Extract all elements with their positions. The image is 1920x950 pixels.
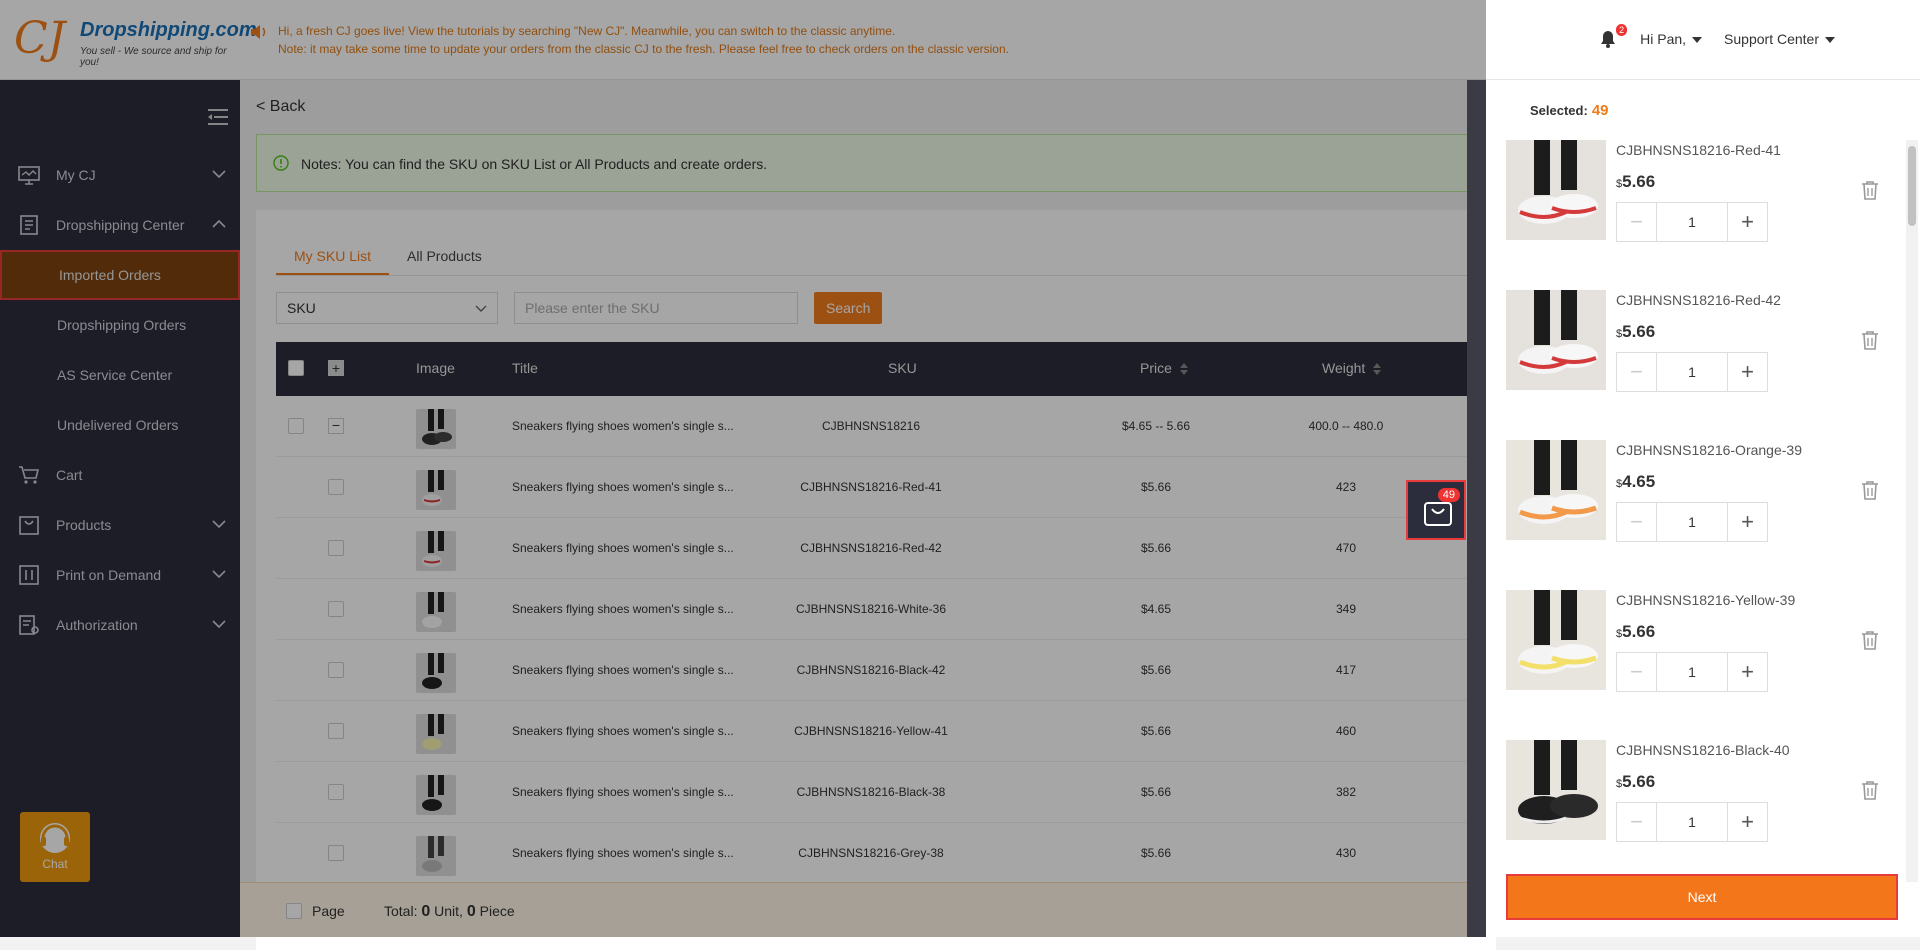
drawer-edge [1467,80,1486,937]
support-center-menu[interactable]: Support Center [1724,31,1835,47]
increase-button[interactable]: + [1727,803,1767,841]
decrease-button[interactable]: − [1617,653,1657,691]
quantity-value[interactable]: 1 [1657,353,1727,391]
caret-down-icon [1692,37,1703,44]
cart-toggle-button[interactable]: 49 [1406,480,1466,540]
product-image [1506,290,1606,390]
quantity-stepper: −1 + [1616,202,1768,242]
caret-down-icon [1825,37,1835,44]
support-label: Support Center [1724,31,1819,47]
trash-icon[interactable] [1861,330,1879,350]
list-item: CJBHNSNS18216-Orange-39 $4.65 −1 + [1506,440,1906,590]
item-sku: CJBHNSNS18216-Black-40 [1616,742,1790,758]
selected-summary: Selected: 49 [1530,102,1609,119]
quantity-value[interactable]: 1 [1657,503,1727,541]
increase-button[interactable]: + [1727,503,1767,541]
selected-count: 49 [1591,102,1609,119]
list-item: CJBHNSNS18216-Red-41 $5.66 −1 + [1506,140,1906,290]
decrease-button[interactable]: − [1617,803,1657,841]
item-sku: CJBHNSNS18216-Red-41 [1616,142,1781,158]
product-image [1506,590,1606,690]
decrease-button[interactable]: − [1617,503,1657,541]
quantity-stepper: −1 + [1616,502,1768,542]
quantity-stepper: −1 + [1616,802,1768,842]
item-price: $5.66 [1616,322,1655,342]
selected-items-list: CJBHNSNS18216-Red-41 $5.66 −1 + CJBHNSNS1… [1506,140,1906,870]
list-item: CJBHNSNS18216-Black-40 $5.66 −1 + [1506,740,1906,870]
product-image [1506,140,1606,240]
decrease-button[interactable]: − [1617,203,1657,241]
item-price: $5.66 [1616,172,1655,192]
quantity-stepper: −1 + [1616,652,1768,692]
user-menu[interactable]: Hi Pan, [1640,31,1703,47]
drawer-scrollbar[interactable] [1906,140,1918,882]
list-item: CJBHNSNS18216-Yellow-39 $5.66 −1 + [1506,590,1906,740]
item-price: $4.65 [1616,472,1655,492]
bell-icon [1601,31,1616,48]
quantity-stepper: −1 + [1616,352,1768,392]
product-image [1506,440,1606,540]
item-price-value: 5.66 [1622,622,1656,641]
scrollbar-thumb[interactable] [1908,146,1916,226]
selected-items-drawer: Selected: 49 CJBHNSNS18216-Red-41 $5.66 −… [1486,80,1920,937]
notification-bell[interactable]: 2 [1600,24,1628,48]
item-sku: CJBHNSNS18216-Red-42 [1616,292,1781,308]
next-button[interactable]: Next [1506,874,1898,920]
trash-icon[interactable] [1861,180,1879,200]
item-price-value: 5.66 [1622,322,1656,341]
item-sku: CJBHNSNS18216-Orange-39 [1616,442,1802,458]
item-price-value: 5.66 [1622,172,1656,191]
item-price-value: 4.65 [1622,472,1656,491]
item-price: $5.66 [1616,622,1655,642]
increase-button[interactable]: + [1727,203,1767,241]
decrease-button[interactable]: − [1617,353,1657,391]
quantity-value[interactable]: 1 [1657,803,1727,841]
item-price: $5.66 [1616,772,1655,792]
item-price-value: 5.66 [1622,772,1656,791]
increase-button[interactable]: + [1727,353,1767,391]
trash-icon[interactable] [1861,780,1879,800]
trash-icon[interactable] [1861,630,1879,650]
notification-count: 2 [1616,24,1628,36]
quantity-value[interactable]: 1 [1657,653,1727,691]
increase-button[interactable]: + [1727,653,1767,691]
trash-icon[interactable] [1861,480,1879,500]
item-sku: CJBHNSNS18216-Yellow-39 [1616,592,1796,608]
list-item: CJBHNSNS18216-Red-42 $5.66 −1 + [1506,290,1906,440]
quantity-value[interactable]: 1 [1657,203,1727,241]
product-image [1506,740,1606,840]
selected-label: Selected: [1530,103,1588,118]
modal-backdrop[interactable] [0,0,1486,937]
cart-count-badge: 49 [1437,488,1460,502]
user-label: Hi Pan, [1640,31,1687,47]
